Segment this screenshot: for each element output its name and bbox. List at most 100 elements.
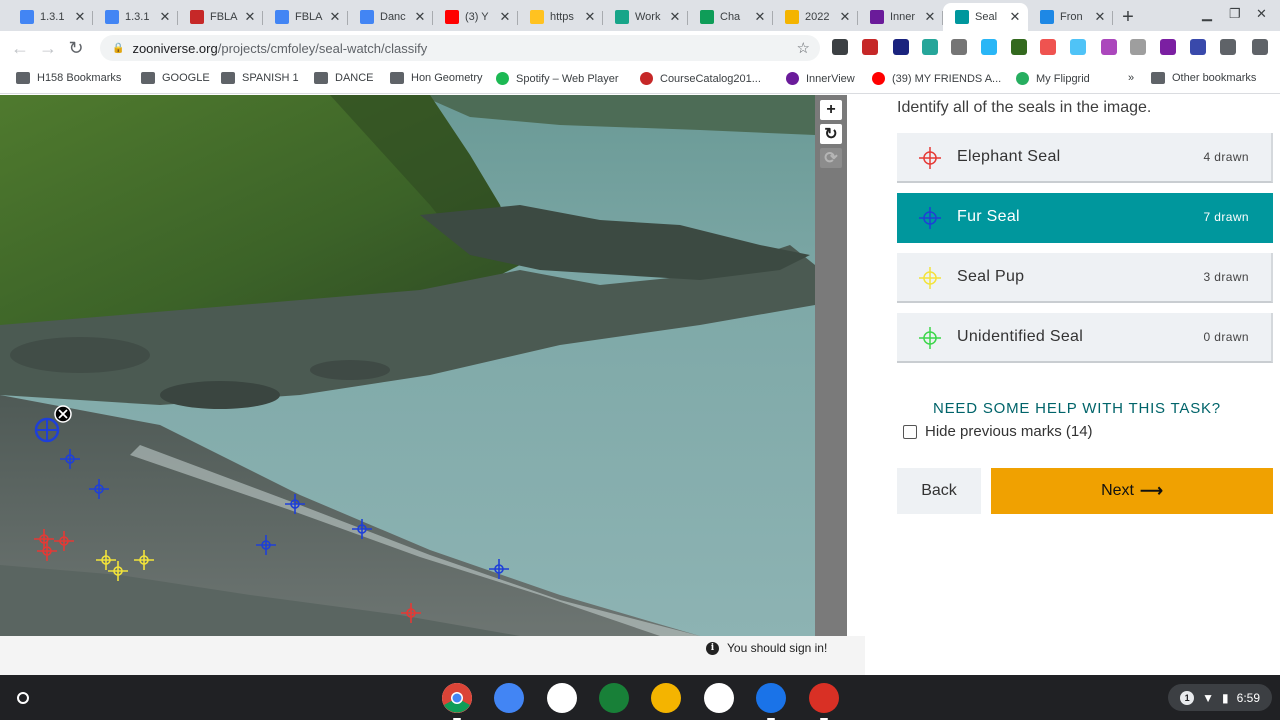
bookmark-item[interactable]: InnerView	[786, 72, 855, 85]
zoom-in-button[interactable]: +	[820, 100, 842, 120]
tab-8[interactable]: Cha ✕	[688, 3, 773, 31]
ext-7-icon[interactable]	[1011, 39, 1027, 55]
close-tab-icon[interactable]: ✕	[413, 9, 427, 25]
seal-mark[interactable]	[352, 519, 372, 539]
bookmark-item[interactable]: Spotify – Web Player	[496, 72, 619, 85]
tab-12[interactable]: Fron ✕	[1028, 3, 1113, 31]
close-window-icon[interactable]: ✕	[1256, 6, 1267, 22]
bookmark-item[interactable]: GOOGLE	[141, 72, 210, 84]
play-store-icon[interactable]	[547, 683, 577, 713]
files-icon[interactable]	[756, 683, 786, 720]
tool-fur-seal[interactable]: Fur Seal 7 drawn	[897, 193, 1273, 243]
close-tab-icon[interactable]: ✕	[158, 9, 172, 25]
address-bar[interactable]: 🔒 zooniverse.org/projects/cmfoley/seal-w…	[100, 35, 820, 61]
close-tab-icon[interactable]: ✕	[583, 9, 597, 25]
status-tray[interactable]: 1 ▼ ▮ 6:59	[1168, 684, 1272, 711]
close-tab-icon[interactable]: ✕	[923, 9, 937, 25]
ext-3-icon[interactable]	[893, 39, 909, 55]
tool-elephant-seal[interactable]: Elephant Seal 4 drawn	[897, 133, 1273, 183]
signin-notice[interactable]: i You should sign in!	[706, 641, 827, 655]
seal-mark[interactable]	[89, 479, 109, 499]
seal-mark[interactable]	[60, 449, 80, 469]
tab-5[interactable]: (3) Y ✕	[433, 3, 518, 31]
tab-2[interactable]: FBLA ✕	[178, 3, 263, 31]
ext-4-icon[interactable]	[922, 39, 938, 55]
rotate-button[interactable]: ⟳	[820, 148, 842, 168]
close-tab-icon[interactable]: ✕	[1008, 9, 1022, 25]
selected-seal-mark[interactable]	[34, 417, 60, 443]
seal-mark[interactable]	[285, 494, 305, 514]
reset-zoom-button[interactable]: ↻	[820, 124, 842, 144]
tab-10[interactable]: Inner ✕	[858, 3, 943, 31]
seal-mark[interactable]	[34, 529, 54, 549]
tab-11[interactable]: Seal ✕	[943, 3, 1028, 31]
seal-mark[interactable]	[37, 541, 57, 561]
ext-10-icon[interactable]	[1101, 39, 1117, 55]
new-tab-button[interactable]: +	[1113, 3, 1143, 31]
chrome-icon[interactable]	[442, 683, 472, 720]
launcher-icon[interactable]	[12, 687, 34, 709]
seal-mark[interactable]	[108, 561, 128, 581]
bookmark-item[interactable]: My Flipgrid	[1016, 72, 1090, 85]
tab-7[interactable]: Work ✕	[603, 3, 688, 31]
ext-8-icon[interactable]	[1040, 39, 1056, 55]
slides-icon[interactable]	[651, 683, 681, 713]
back-arrow-icon[interactable]: ←	[6, 38, 34, 59]
bookmark-item[interactable]: CourseCatalog201...	[640, 72, 761, 85]
bookmark-item[interactable]: DANCE	[314, 72, 374, 84]
close-tab-icon[interactable]: ✕	[328, 9, 342, 25]
ext-15-icon[interactable]	[1252, 39, 1268, 55]
screen-capture-icon[interactable]	[809, 683, 839, 720]
next-button[interactable]: Next ⟶	[991, 468, 1273, 514]
close-tab-icon[interactable]: ✕	[838, 9, 852, 25]
seal-mark[interactable]	[256, 535, 276, 555]
seal-mark[interactable]	[54, 531, 74, 551]
tab-3[interactable]: FBLA ✕	[263, 3, 348, 31]
ext-5-icon[interactable]	[951, 39, 967, 55]
close-tab-icon[interactable]: ✕	[73, 9, 87, 25]
ext-6-icon[interactable]	[981, 39, 997, 55]
gmail-icon[interactable]	[704, 683, 734, 713]
tab-1[interactable]: 1.3.1 ✕	[93, 3, 178, 31]
checkbox-icon[interactable]	[903, 424, 917, 439]
hide-marks-checkbox[interactable]: Hide previous marks (14)	[903, 423, 1093, 440]
tab-6[interactable]: https ✕	[518, 3, 603, 31]
other-bookmarks[interactable]: Other bookmarks	[1151, 72, 1256, 84]
close-tab-icon[interactable]: ✕	[668, 9, 682, 25]
classroom-icon[interactable]	[599, 683, 629, 713]
subject-image[interactable]	[0, 95, 815, 636]
forward-arrow-icon[interactable]: →	[34, 38, 62, 59]
seal-mark[interactable]	[96, 550, 116, 570]
bookmark-item[interactable]: H158 Bookmarks	[16, 72, 121, 84]
tab-9[interactable]: 2022 ✕	[773, 3, 858, 31]
close-tab-icon[interactable]: ✕	[498, 9, 512, 25]
ext-14-icon[interactable]	[1220, 39, 1236, 55]
docs-icon[interactable]	[494, 683, 524, 713]
tool-unidentified-seal[interactable]: Unidentified Seal 0 drawn	[897, 313, 1273, 363]
bookmark-item[interactable]: Hon Geometry	[390, 72, 483, 84]
tool-seal-pup[interactable]: Seal Pup 3 drawn	[897, 253, 1273, 303]
bookmark-item[interactable]: SPANISH 1	[221, 72, 299, 84]
maximize-icon[interactable]: ❐	[1229, 6, 1241, 22]
seal-mark[interactable]	[134, 550, 154, 570]
ext-11-icon[interactable]	[1130, 39, 1146, 55]
ext-2-icon[interactable]	[862, 39, 878, 55]
minimize-icon[interactable]: ▁	[1202, 6, 1212, 22]
tab-4[interactable]: Danc ✕	[348, 3, 433, 31]
bookmark-item[interactable]: (39) MY FRIENDS A...	[872, 72, 1001, 85]
bookmark-star-icon[interactable]: ☆	[797, 39, 810, 57]
close-tab-icon[interactable]: ✕	[753, 9, 767, 25]
tab-0[interactable]: 1.3.1 ✕	[8, 3, 93, 31]
close-tab-icon[interactable]: ✕	[243, 9, 257, 25]
close-tab-icon[interactable]: ✕	[1093, 9, 1107, 25]
ext-9-icon[interactable]	[1070, 39, 1086, 55]
bookmarks-overflow-icon[interactable]: »	[1128, 72, 1134, 84]
seal-mark[interactable]	[401, 603, 421, 623]
reload-icon[interactable]: ↻	[62, 38, 90, 59]
ext-1-icon[interactable]	[832, 39, 848, 55]
ext-13-icon[interactable]	[1190, 39, 1206, 55]
help-link[interactable]: NEED SOME HELP WITH THIS TASK?	[933, 400, 1221, 417]
delete-mark-icon[interactable]	[54, 405, 72, 423]
seal-mark[interactable]	[489, 559, 509, 579]
ext-12-icon[interactable]	[1160, 39, 1176, 55]
